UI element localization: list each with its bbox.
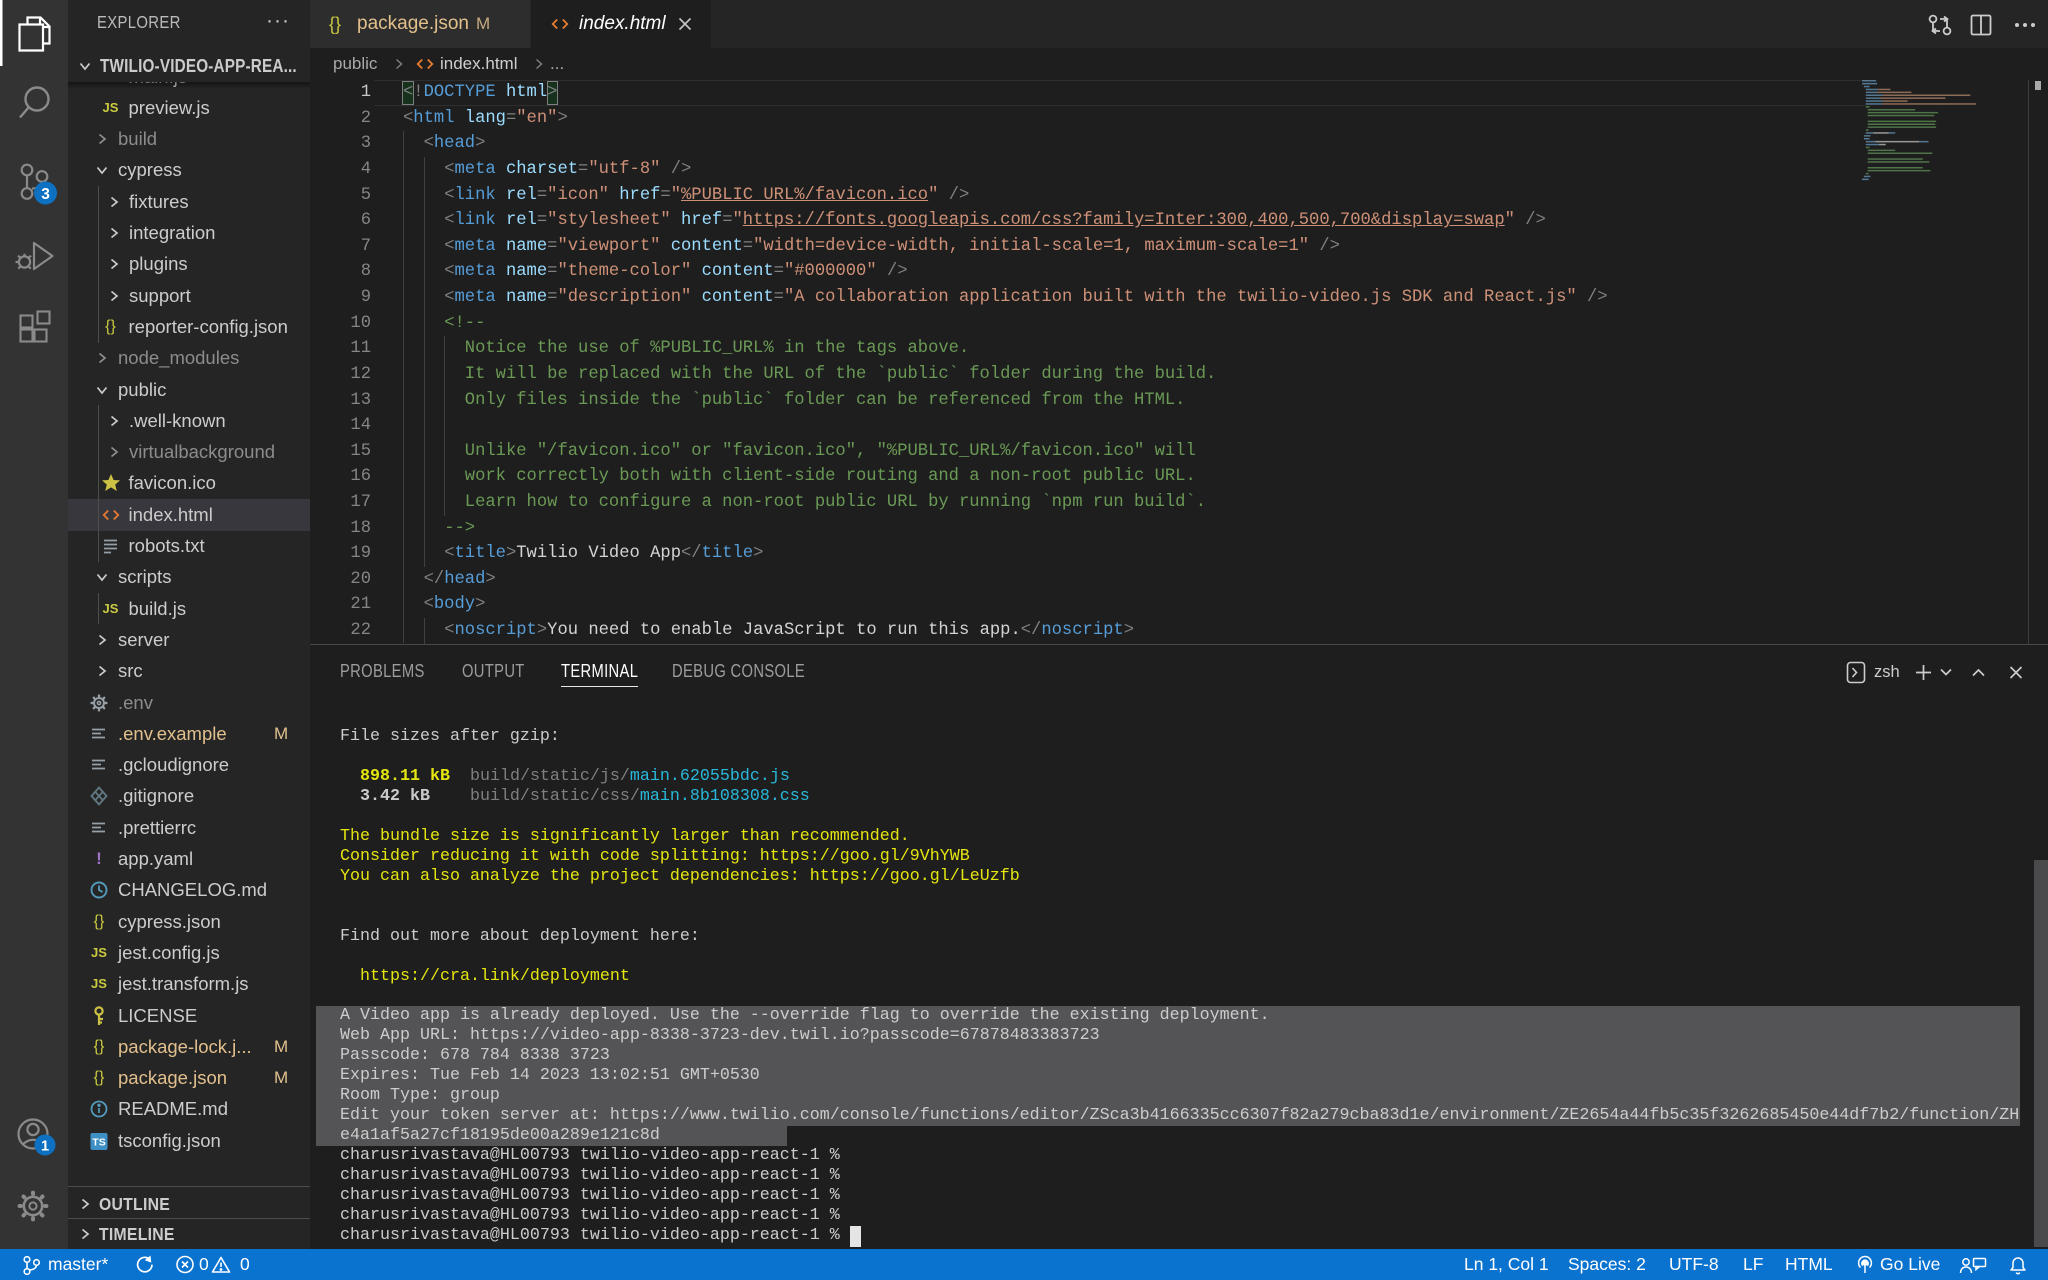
svg-text:TS: TS <box>92 1136 105 1148</box>
svg-text:3: 3 <box>41 186 50 203</box>
svg-text:1: 1 <box>41 1139 49 1155</box>
